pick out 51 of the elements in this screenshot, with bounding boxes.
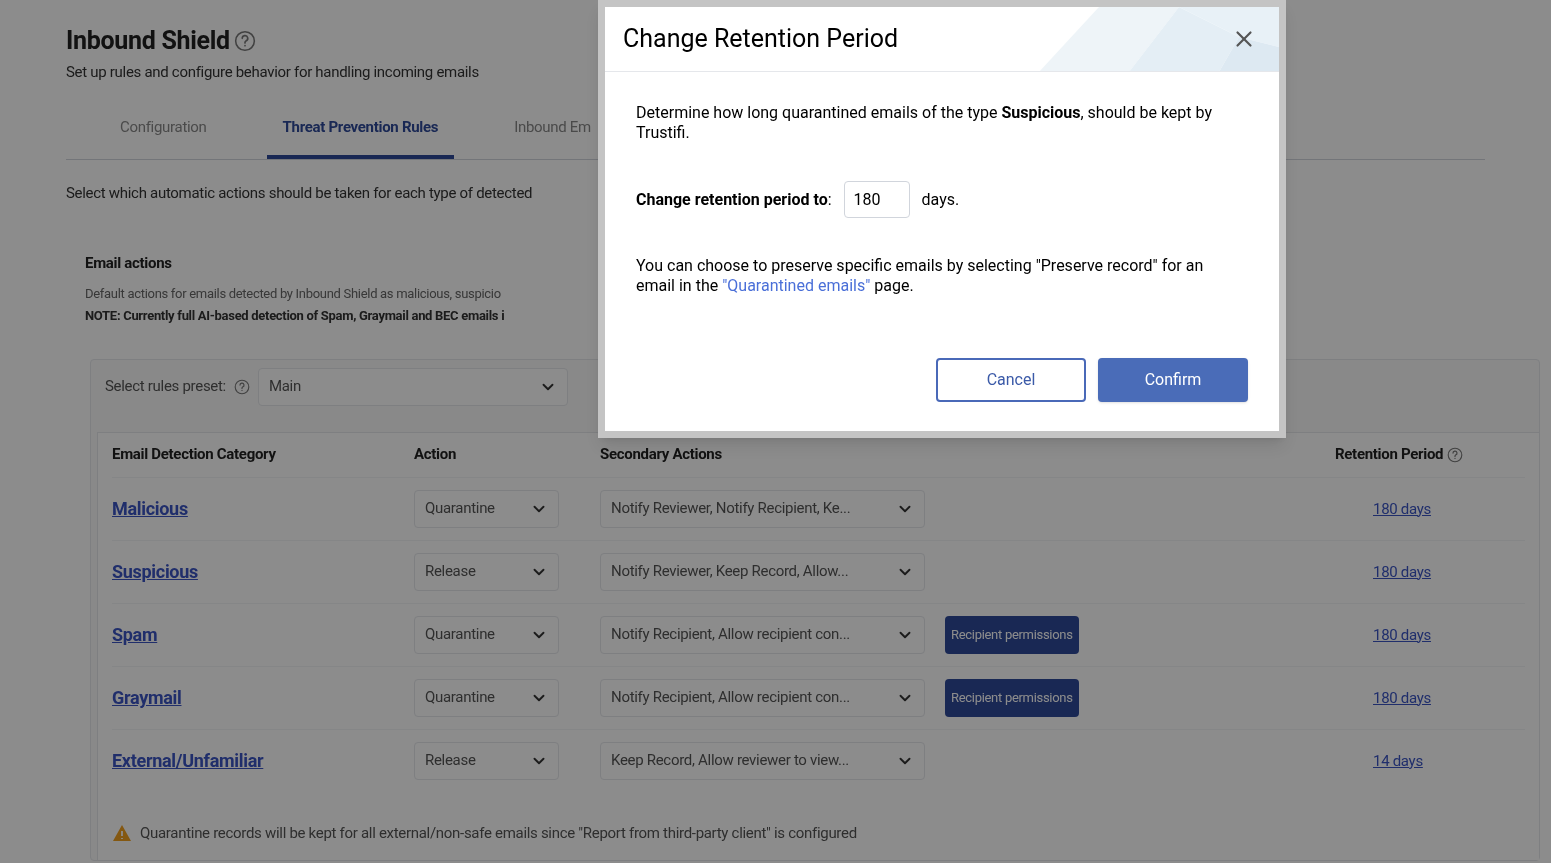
warning-icon [112, 823, 132, 842]
retention-link[interactable]: 180 days [1373, 688, 1431, 707]
recipient-permissions-button[interactable]: Recipient permissions [945, 678, 1079, 717]
cancel-button[interactable]: Cancel [936, 358, 1086, 402]
action-select[interactable]: Release [414, 552, 559, 591]
retention-link[interactable]: 180 days [1373, 625, 1431, 644]
field-label: Change retention period to: [636, 188, 832, 211]
tab[interactable]: Inbound Em [498, 110, 607, 159]
warning-text: Quarantine records will be kept for all external/non-safe emails since "Report from third-party client" is configured [140, 822, 857, 844]
retention-link[interactable]: 14 days [1373, 751, 1423, 770]
action-select[interactable]: Quarantine [414, 615, 559, 654]
section-title: Email actions [85, 253, 172, 274]
preset-label: Select rules preset: [105, 376, 226, 398]
secondary-actions-select[interactable]: Keep Record, Allow reviewer to view... [600, 741, 925, 780]
secondary-actions-select[interactable]: Notify Recipient, Allow recipient con... [600, 615, 925, 654]
action-select[interactable]: Quarantine [414, 489, 559, 528]
secondary-actions-select[interactable]: Notify Reviewer, Notify Recipient, Ke... [600, 489, 925, 528]
category-link[interactable]: External/Unfamiliar [112, 750, 264, 771]
recipient-permissions-button[interactable]: Recipient permissions [945, 615, 1079, 654]
secondary-actions-select[interactable]: Notify Recipient, Allow recipient con... [600, 678, 925, 717]
category-link[interactable]: Suspicious [112, 561, 198, 582]
help-icon [1447, 446, 1464, 463]
column-header: Retention Period [1335, 444, 1444, 466]
confirm-button[interactable]: Confirm [1098, 358, 1248, 402]
secondary-actions-select[interactable]: Notify Reviewer, Keep Record, Allow... [600, 552, 925, 591]
tab[interactable]: Threat Prevention Rules [266, 110, 455, 159]
dialog-title: Change Retention Period [623, 23, 899, 56]
dialog-description: Determine how long quarantined emails of the type Suspicious, should be kept by Trustifi. [636, 103, 1213, 143]
retention-input[interactable]: 180 [843, 181, 910, 218]
category-link[interactable]: Malicious [112, 498, 188, 519]
dialog-hint: You can choose to preserve specific emails by selecting "Preserve record" for an email in the "Quarantined emails" page. [636, 256, 1205, 296]
column-header: Email Detection Category [112, 444, 277, 466]
retention-link[interactable]: 180 days [1373, 499, 1431, 518]
help-icon [233, 378, 250, 395]
section-description: Default actions for emails detected by Inbound Shield as malicious, suspicio [85, 284, 501, 303]
category-link[interactable]: Spam [112, 624, 158, 645]
section-note: NOTE: Currently full AI-based detection of Spam, Graymail and BEC emails i [85, 307, 505, 325]
page-title: Inbound Shield [66, 25, 230, 57]
intro-text: Select which automatic actions should be taken for each type of detected [66, 182, 533, 204]
action-select[interactable]: Quarantine [414, 678, 559, 717]
category-link[interactable]: Graymail [112, 687, 182, 708]
help-icon [233, 29, 256, 52]
column-header: Secondary Actions [600, 444, 723, 466]
retention-link[interactable]: 180 days [1373, 562, 1431, 581]
unit-label: days. [921, 188, 960, 211]
page-subtitle: Set up rules and configure behavior for handling incoming emails [66, 61, 479, 83]
quarantined-emails-link[interactable]: "Quarantined emails" [722, 276, 871, 295]
preset-select[interactable]: Main [257, 367, 568, 406]
action-select[interactable]: Release [414, 741, 559, 780]
tab[interactable]: Configuration [104, 110, 223, 159]
column-header: Action [414, 444, 457, 466]
